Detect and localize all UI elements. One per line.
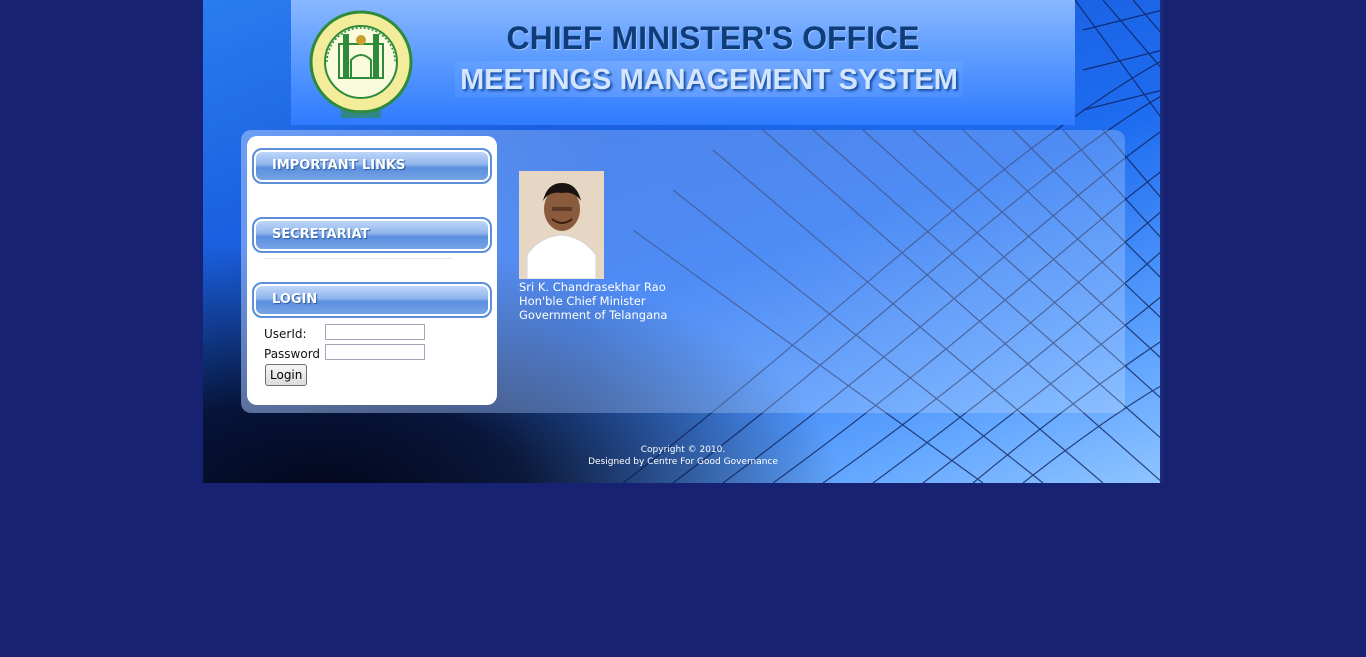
page-header: CHIEF MINISTER'S OFFICE MEETINGS MANAGEM… (291, 0, 1075, 125)
important-links-header[interactable]: IMPORTANT LINKS (252, 148, 492, 184)
secretariat-label: SECRETARIAT (272, 227, 370, 242)
password-input[interactable] (325, 344, 425, 360)
designer-credit: Designed by Centre For Good Governance (588, 457, 778, 467)
sidebar: IMPORTANT LINKS SECRETARIAT LOGIN UserId… (247, 136, 497, 405)
userid-input[interactable] (325, 324, 425, 340)
page-subtitle: MEETINGS MANAGEMENT SYSTEM (455, 61, 963, 97)
login-header: LOGIN (252, 282, 492, 318)
chief-minister-photo (519, 171, 604, 279)
chief-minister-org: Government of Telangana (519, 308, 668, 322)
emblem-icon (309, 10, 413, 118)
footer: Copyright © 2010. Designed by Centre For… (503, 444, 863, 468)
page-container: CHIEF MINISTER'S OFFICE MEETINGS MANAGEM… (203, 0, 1163, 483)
page-edge (1160, 0, 1163, 483)
secretariat-header[interactable]: SECRETARIAT (252, 217, 492, 253)
login-button[interactable]: Login (265, 364, 308, 386)
copyright-text: Copyright © 2010. (640, 445, 726, 455)
password-label: Password : (264, 347, 328, 361)
content-panel: IMPORTANT LINKS SECRETARIAT LOGIN UserId… (241, 130, 1125, 413)
chief-minister-name: Sri K. Chandrasekhar Rao (519, 280, 666, 294)
divider (263, 258, 453, 259)
important-links-label: IMPORTANT LINKS (272, 158, 406, 173)
login-label: LOGIN (272, 292, 318, 307)
chief-minister-title: Hon'ble Chief Minister (519, 294, 646, 308)
userid-label: UserId: (264, 327, 307, 341)
page-title: CHIEF MINISTER'S OFFICE (506, 20, 920, 56)
chief-minister-caption: Sri K. Chandrasekhar Rao Hon'ble Chief M… (519, 280, 667, 322)
